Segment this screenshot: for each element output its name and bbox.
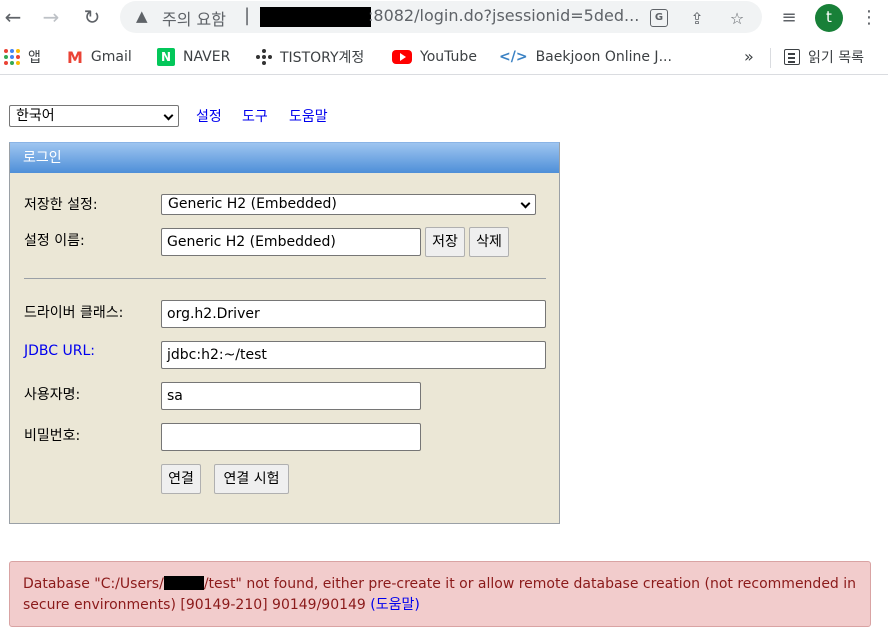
saved-settings-value: Generic H2 (Embedded) <box>168 196 337 212</box>
bookmark-youtube[interactable]: YouTube <box>392 46 477 68</box>
password-label: 비밀번호: <box>24 428 81 444</box>
username-input[interactable]: sa <box>161 382 421 410</box>
login-title: 로그인 <box>10 143 559 173</box>
delete-button[interactable]: 삭제 <box>469 227 509 257</box>
reading-list-icon <box>784 49 800 65</box>
bookmarks-divider <box>770 48 771 68</box>
tistory-icon <box>256 49 272 65</box>
error-help-link[interactable]: (도움말) <box>370 597 420 613</box>
language-select[interactable]: 한국어 <box>9 105 179 127</box>
driver-class-label: 드라이버 클래스: <box>24 305 124 321</box>
error-message: Database "C:/Users//test" not found, eit… <box>9 561 871 627</box>
apps-grid-icon <box>4 49 20 65</box>
redacted-host <box>260 7 371 27</box>
media-control-icon[interactable]: ≡ <box>776 4 802 30</box>
bookmark-label: NAVER <box>183 49 231 65</box>
bookmark-label: 앱 <box>28 50 41 66</box>
login-panel: 로그인 저장한 설정: Generic H2 (Embedded) 설정 이름:… <box>9 142 560 524</box>
jdbc-url-label[interactable]: JDBC URL: <box>24 343 95 359</box>
setting-name-input[interactable]: Generic H2 (Embedded) <box>161 228 421 256</box>
bookmark-gmail[interactable]: M Gmail <box>67 46 132 68</box>
password-input[interactable] <box>161 423 421 451</box>
reading-list-button[interactable]: 읽기 목록 <box>784 46 864 68</box>
translate-icon[interactable]: G <box>648 7 670 29</box>
security-status[interactable]: 주의 요함 <box>162 6 226 30</box>
settings-link[interactable]: 설정 <box>196 106 222 126</box>
more-bookmarks-button[interactable]: » <box>744 47 754 66</box>
language-select-value: 한국어 <box>16 108 55 124</box>
divider <box>24 278 546 279</box>
bookmark-label: Baekjoon Online J... <box>535 49 672 65</box>
naver-icon: N <box>157 48 175 66</box>
driver-class-input[interactable]: org.h2.Driver <box>161 300 546 328</box>
username-label: 사용자명: <box>24 387 81 403</box>
saved-settings-select[interactable]: Generic H2 (Embedded) <box>161 194 536 215</box>
bookmark-apps[interactable]: 앱 <box>4 46 41 68</box>
bookmark-naver[interactable]: N NAVER <box>157 46 230 68</box>
chevron-down-icon <box>163 110 174 121</box>
bookmark-baekjoon[interactable]: </> Baekjoon Online J... <box>499 46 672 68</box>
redacted-username <box>163 576 204 590</box>
bookmark-label: TISTORY계정 <box>280 50 365 66</box>
youtube-icon <box>392 50 412 64</box>
bookmark-label: YouTube <box>420 49 477 65</box>
test-connection-button[interactable]: 연결 시험 <box>214 464 289 494</box>
bookmark-label: Gmail <box>90 49 132 65</box>
url-text[interactable]: :8082/login.do?jsessionid=5ded... <box>368 6 639 25</box>
back-arrow-icon[interactable]: ← <box>0 4 26 30</box>
tools-link[interactable]: 도구 <box>242 106 268 126</box>
profile-avatar[interactable]: t <box>815 4 843 32</box>
help-link[interactable]: 도움말 <box>289 106 328 126</box>
share-icon[interactable]: ⇪ <box>686 7 708 29</box>
address-bar[interactable]: ▲ 주의 요함 | :8082/login.do?jsessionid=5ded… <box>120 1 762 33</box>
menu-kebab-icon[interactable]: ⋮ <box>856 4 882 30</box>
connect-button[interactable]: 연결 <box>161 464 201 494</box>
bookmarks-bar: 앱 M Gmail N NAVER TISTORY계정 YouTube </> … <box>0 39 888 75</box>
bookmark-tistory[interactable]: TISTORY계정 <box>256 46 364 68</box>
setting-name-label: 설정 이름: <box>24 233 85 249</box>
warning-triangle-icon: ▲ <box>136 7 148 25</box>
saved-settings-label: 저장한 설정: <box>24 197 98 213</box>
chevron-down-icon <box>520 198 531 209</box>
error-text-start: Database "C:/Users/ <box>23 576 164 592</box>
gmail-icon: M <box>67 47 83 67</box>
browser-toolbar: ← → ↻ ▲ 주의 요함 | :8082/login.do?jsessioni… <box>0 0 888 34</box>
code-icon: </> <box>499 49 528 65</box>
save-button[interactable]: 저장 <box>425 227 465 257</box>
reading-list-label: 읽기 목록 <box>808 50 864 66</box>
reload-icon[interactable]: ↻ <box>79 4 105 30</box>
h2-console-page: 한국어 설정 도구 도움말 로그인 저장한 설정: Generic H2 (Em… <box>0 76 888 637</box>
url-separator: | <box>244 5 251 26</box>
jdbc-url-input[interactable]: jdbc:h2:~/test <box>161 341 546 369</box>
bookmark-star-icon[interactable]: ☆ <box>726 7 748 29</box>
forward-arrow-icon[interactable]: → <box>38 4 64 30</box>
